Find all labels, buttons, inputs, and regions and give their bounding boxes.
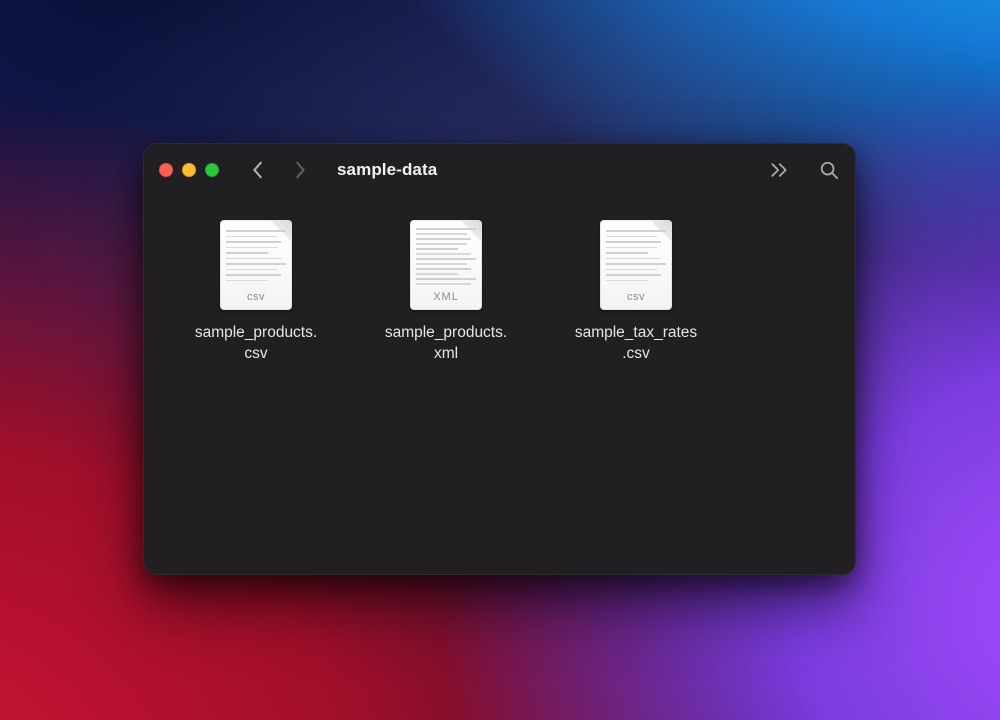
back-button[interactable]	[249, 161, 267, 179]
zoom-window-button[interactable]	[205, 163, 219, 177]
toolbar: sample-data	[143, 143, 856, 197]
window-controls	[159, 163, 219, 177]
file-type-badge: csv	[600, 291, 672, 303]
search-button[interactable]	[818, 159, 840, 181]
file-item[interactable]: XML sample_products.xml	[351, 217, 541, 365]
double-chevron-right-icon	[769, 160, 789, 180]
file-grid: csv sample_products.csv XML sample_produ…	[143, 197, 856, 575]
document-xml-icon: XML	[410, 220, 482, 310]
file-icon: csv	[591, 217, 681, 313]
search-icon	[819, 160, 839, 180]
file-icon: csv	[211, 217, 301, 313]
minimize-window-button[interactable]	[182, 163, 196, 177]
window-title: sample-data	[337, 160, 437, 180]
finder-window: sample-data csv sample_pro	[143, 143, 856, 575]
file-type-badge: XML	[410, 291, 482, 303]
nav-buttons	[249, 161, 309, 179]
document-csv-icon: csv	[600, 220, 672, 310]
file-type-badge: csv	[220, 291, 292, 303]
toolbar-overflow-button[interactable]	[768, 159, 790, 181]
forward-button[interactable]	[291, 161, 309, 179]
file-item[interactable]: csv sample_products.csv	[161, 217, 351, 365]
file-name-label: sample_products.xml	[385, 323, 507, 365]
file-name-label: sample_tax_rates.csv	[575, 323, 697, 365]
chevron-right-icon	[294, 161, 306, 179]
file-icon: XML	[401, 217, 491, 313]
document-csv-icon: csv	[220, 220, 292, 310]
file-name-label: sample_products.csv	[195, 323, 317, 365]
chevron-left-icon	[252, 161, 264, 179]
close-window-button[interactable]	[159, 163, 173, 177]
file-item[interactable]: csv sample_tax_rates.csv	[541, 217, 731, 365]
